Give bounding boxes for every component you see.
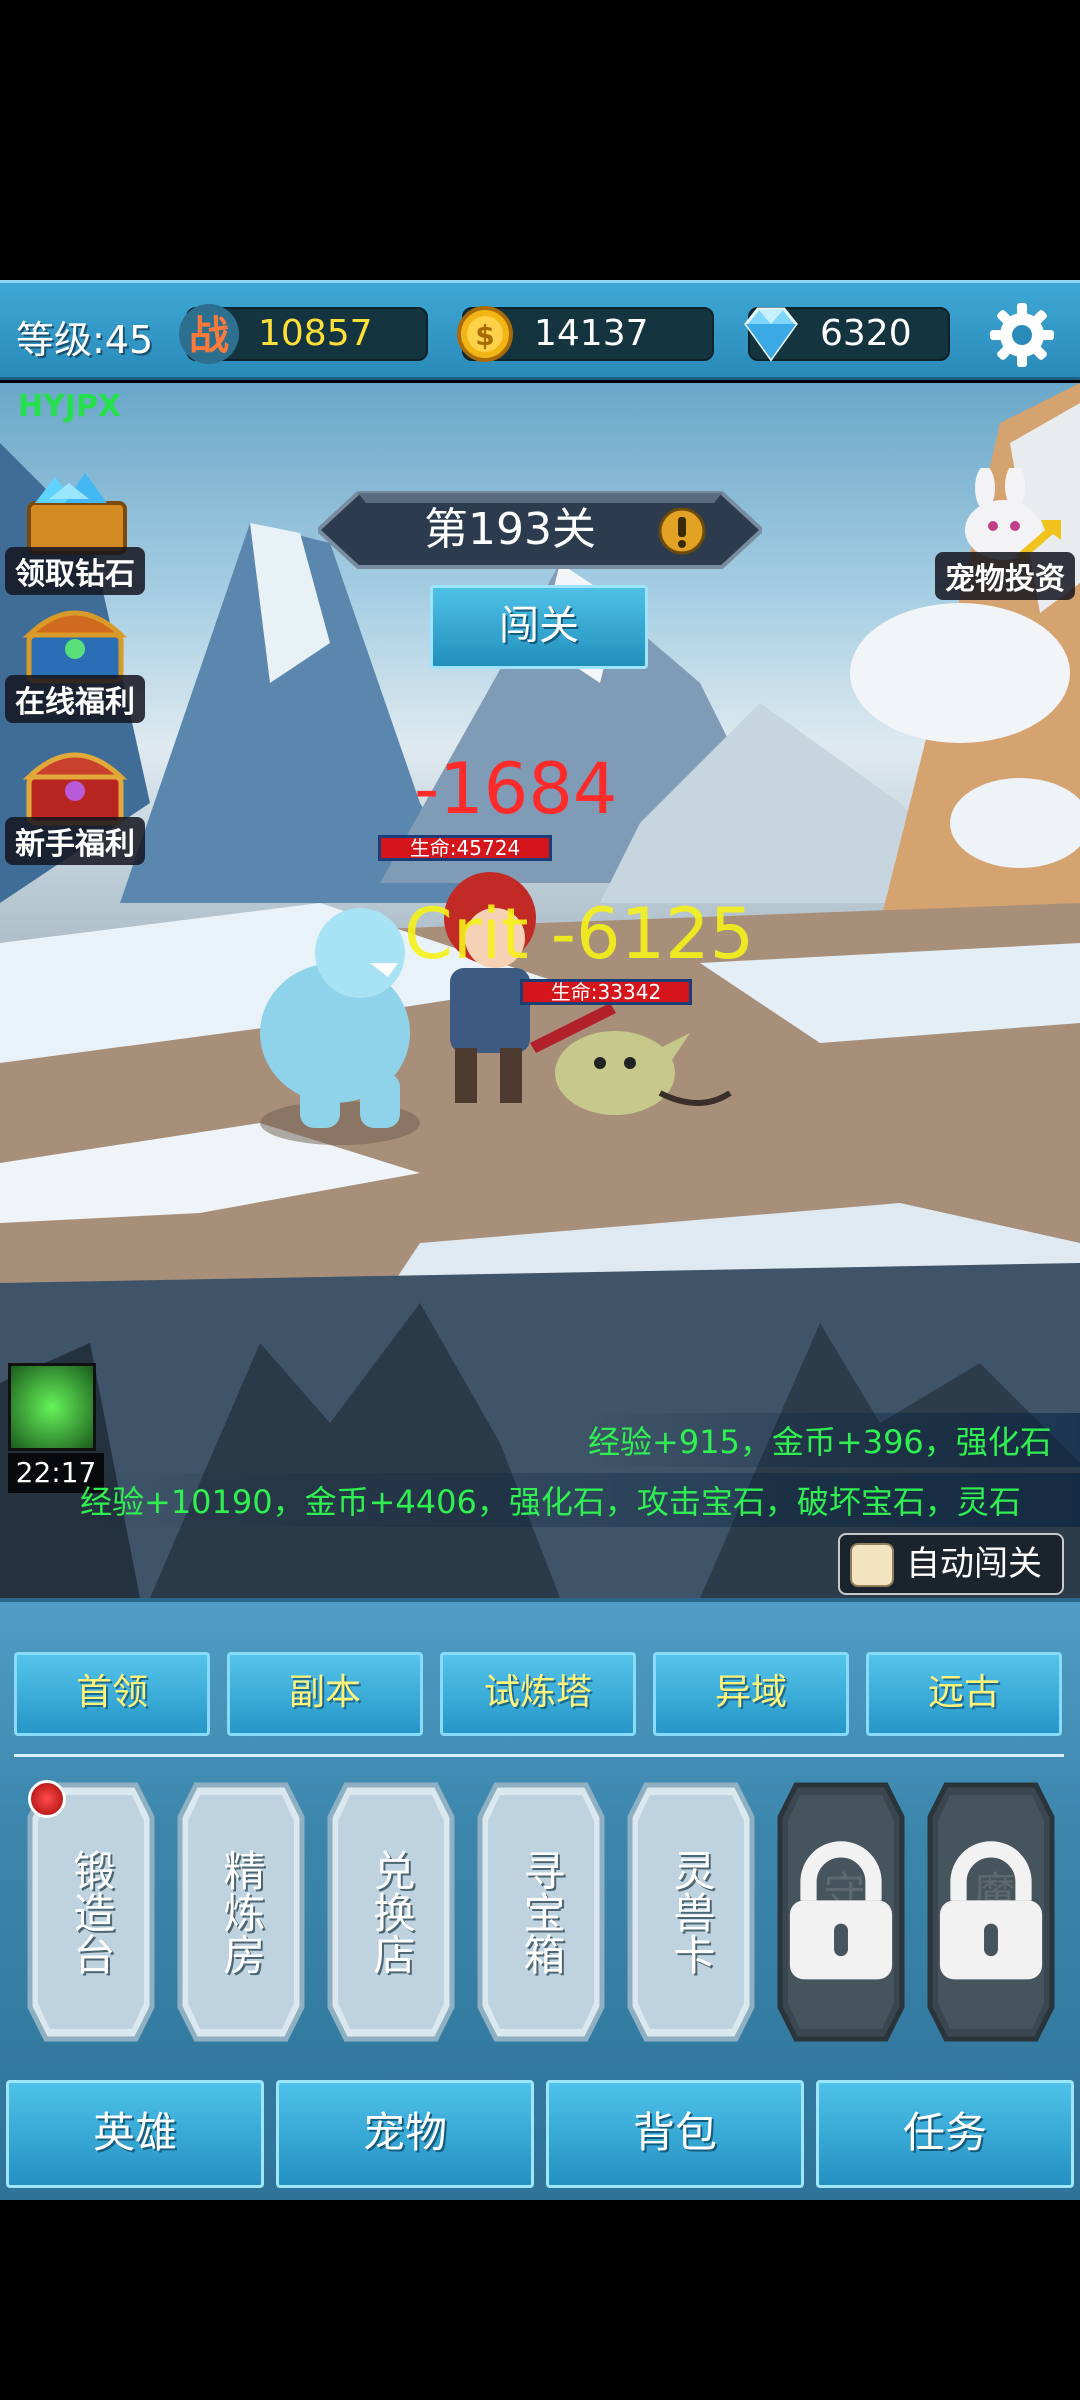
svg-text:$: $: [475, 319, 494, 352]
svg-text:战: 战: [189, 313, 229, 359]
potion-skill-icon[interactable]: [8, 1363, 96, 1451]
gear-icon[interactable]: [986, 299, 1058, 371]
nav-quests[interactable]: 任务: [816, 2080, 1074, 2188]
reward-log-line: 经验+10190，金币+4406，强化石，攻击宝石，破坏宝石，灵石: [72, 1473, 1080, 1527]
claim-diamonds-button[interactable]: 领取钻石: [0, 463, 150, 595]
gem-value: 6320: [820, 313, 912, 354]
online-rewards-label: 在线福利: [5, 675, 145, 723]
gold-coin-icon: $: [457, 306, 513, 362]
stage-banner: 第193关: [318, 489, 762, 571]
spirit-beast-card-label: 灵兽卡: [667, 1849, 716, 1975]
guard-gear-button-locked[interactable]: 守装: [776, 1777, 906, 2047]
battle-power-icon: 战: [179, 304, 239, 364]
nav-heroes[interactable]: 英雄: [6, 2080, 264, 2188]
menu-panel: 首领 副本 试炼塔 异域 远古 锻造台 精炼房 兑换店 寻宝箱 灵兽卡 英雄 宠…: [0, 1598, 1080, 2200]
newbie-rewards-label: 新手福利: [5, 817, 145, 865]
online-rewards-button[interactable]: 在线福利: [0, 591, 150, 723]
enemy-hp-bar: 生命:33342: [520, 979, 692, 1005]
panel-divider: [14, 1754, 1064, 1757]
reward-log-line: 经验+915，金币+396，强化石: [580, 1413, 1080, 1467]
battle-power-display: 战 10857: [179, 304, 428, 364]
player-level: 等级:45: [16, 318, 154, 362]
forge-label: 锻造台: [67, 1849, 116, 1975]
tab-trial-tower[interactable]: 试炼塔: [440, 1652, 636, 1736]
lock-icon: [789, 1841, 893, 1980]
exchange-shop-label: 兑换店: [367, 1849, 416, 1975]
battle-scene: HYJPX 领取钻石 在线福利 新手福利 宠物投资 第193关 闯关 -1684…: [0, 383, 1080, 1598]
tab-boss[interactable]: 首领: [14, 1652, 210, 1736]
claim-diamonds-label: 领取钻石: [5, 547, 145, 595]
auto-challenge-label: 自动闯关: [906, 1544, 1042, 1584]
pet-investment-button[interactable]: 宠物投资: [930, 468, 1080, 600]
lock-icon: [939, 1841, 1043, 1980]
gold-display: $ 14137: [457, 306, 714, 362]
resource-bar: 等级:45 战 10857 $ 14137 6320: [0, 280, 1080, 380]
notification-badge: [28, 1780, 66, 1818]
diamond-icon: [744, 307, 798, 362]
tab-ancient[interactable]: 远古: [866, 1652, 1062, 1736]
refinery-button[interactable]: 精炼房: [176, 1777, 306, 2047]
exchange-shop-button[interactable]: 兑换店: [326, 1777, 456, 2047]
treasure-box-button[interactable]: 寻宝箱: [476, 1777, 606, 2047]
gold-value: 14137: [534, 313, 649, 354]
pet-investment-label: 宠物投资: [935, 552, 1075, 600]
damage-number: -1684: [414, 748, 618, 830]
tab-dungeon[interactable]: 副本: [227, 1652, 423, 1736]
enemy-hp-bar: 生命:45724: [378, 835, 552, 861]
auto-challenge-toggle[interactable]: 自动闯关: [838, 1533, 1064, 1595]
gem-display: 6320: [744, 307, 950, 362]
tab-otherworld[interactable]: 异域: [653, 1652, 849, 1736]
treasure-box-label: 寻宝箱: [517, 1849, 566, 1975]
nav-backpack[interactable]: 背包: [546, 2080, 804, 2188]
nav-pets[interactable]: 宠物: [276, 2080, 534, 2188]
spirit-beast-card-button[interactable]: 灵兽卡: [626, 1777, 756, 2047]
newbie-rewards-button[interactable]: 新手福利: [0, 733, 150, 865]
info-icon[interactable]: [658, 507, 706, 555]
watermark-text: HYJPX: [18, 389, 122, 424]
crit-damage-number: Crit -6125: [404, 893, 755, 975]
challenge-button[interactable]: 闯关: [430, 585, 648, 669]
demon-gear-button-locked[interactable]: 魔装: [926, 1777, 1056, 2047]
auto-challenge-checkbox[interactable]: [850, 1543, 894, 1587]
battle-power-value: 10857: [258, 313, 373, 354]
refinery-label: 精炼房: [217, 1849, 266, 1975]
